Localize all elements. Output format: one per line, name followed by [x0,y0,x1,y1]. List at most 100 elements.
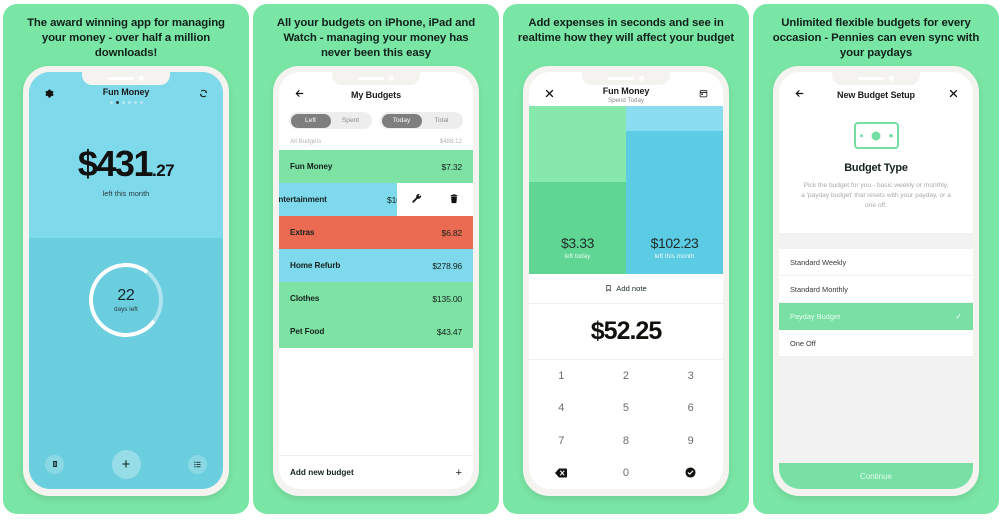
table-row-swiped[interactable]: Entertainment $16.55 [279,183,473,216]
add-note-label: Add note [616,284,647,293]
close-x-icon[interactable] [541,89,557,101]
budget-type-hero: Budget Type Pick the budget for you - ba… [779,106,973,233]
confirm-icon[interactable] [658,457,723,489]
key-1[interactable]: 1 [529,360,594,392]
plus-icon[interactable]: + [456,467,462,479]
continue-button[interactable]: Continue [779,463,973,489]
key-4[interactable]: 4 [529,392,594,424]
key-0[interactable]: 0 [594,457,659,489]
page-dot [121,100,125,104]
segment-option-left[interactable]: Left [290,113,331,128]
list-icon[interactable] [188,454,207,474]
banknote-icon [853,122,899,149]
phone-screen-4: New Budget Setup Budget Type Pick the bu… [779,72,973,489]
page-title: Fun Money [602,86,650,96]
calendar-icon[interactable] [695,89,711,101]
gauge-left-today: $3.33 left today [529,106,626,274]
check-icon: ✓ [955,311,962,321]
option-standard-monthly[interactable]: Standard Monthly [779,276,973,303]
phone-screen-3: Fun Money Spend Today $3.33 left today $… [529,72,723,489]
days-left-label: days left [114,306,138,313]
amount-entry-display: $52.25 [529,304,723,360]
table-row[interactable]: Extras $6.82 [279,216,473,249]
list-header: All Budgets $488.12 [279,136,473,150]
phone-frame-4: New Budget Setup Budget Type Pick the bu… [773,66,979,496]
add-icon[interactable]: + [111,449,141,479]
budget-amount: $7.32 [441,161,462,172]
key-6[interactable]: 6 [658,392,723,424]
segment-option-spent[interactable]: Spent [331,114,371,128]
budget-type-options: Standard Weekly Standard Monthly Payday … [779,249,973,357]
nav-title-wrap-2: My Budgets [307,90,445,100]
panel-2-caption: All your budgets on iPhone, iPad and Wat… [276,17,476,59]
balance-display: $431.27 left this month [29,106,223,238]
page-dot [109,100,113,104]
trash-icon[interactable] [449,193,459,207]
refresh-icon[interactable] [195,89,211,101]
option-one-off[interactable]: One Off [779,330,973,357]
table-row[interactable]: Clothes $135.00 [279,282,473,315]
phone-frame-2: My Budgets Left Spent Today Total All Bu… [273,66,479,496]
segment-option-today[interactable]: Today [381,113,422,128]
settings-gear-icon[interactable] [41,89,57,101]
key-7[interactable]: 7 [529,425,594,457]
front-camera [139,76,144,81]
banknote-center [871,131,881,140]
close-x-icon[interactable] [945,89,961,101]
days-left-value: 22 [117,287,135,304]
days-left-ring: 22 days left [84,258,168,342]
back-arrow-icon[interactable] [791,88,807,102]
add-note-button[interactable]: Add note [529,274,723,304]
budget-name: Entertainment [279,195,327,204]
banknote-dot-left [859,133,863,138]
gauge-label: left this month [654,253,695,260]
screenshot-gallery: The award winning app for managing your … [0,0,1000,520]
wrench-icon[interactable] [411,193,422,207]
add-new-budget-row[interactable]: Add new budget + [279,455,473,489]
page-dot [133,100,137,104]
gauge-value: $3.33 [560,235,595,251]
speaker-grille [858,77,884,80]
balance-whole: $431 [77,143,154,184]
budget-name: Clothes [290,294,320,303]
banknote-dot-right [889,133,893,138]
stats-icon[interactable] [45,454,64,474]
budget-amount: $6.82 [441,227,462,238]
key-8[interactable]: 8 [594,425,659,457]
backspace-icon[interactable] [529,457,594,489]
gauge-text: $102.23 left this month [626,235,723,274]
days-left-zone: 22 days left + [29,238,223,489]
key-5[interactable]: 5 [594,392,659,424]
key-3[interactable]: 3 [658,360,723,392]
segment-option-total[interactable]: Total [422,114,462,128]
option-label: Standard Weekly [790,257,847,267]
front-camera [889,76,894,81]
budget-name: Extras [290,228,315,237]
swipe-actions [397,183,473,216]
option-label: Payday Budget [790,311,841,321]
nav-title-wrap-1: Fun Money [57,87,195,104]
key-9[interactable]: 9 [658,425,723,457]
key-2[interactable]: 2 [594,360,659,392]
table-row[interactable]: Home Refurb $278.96 [279,249,473,282]
promo-panel-1: The award winning app for managing your … [3,4,249,514]
segment-today-total[interactable]: Today Total [380,112,463,129]
page-dot-active [115,100,119,104]
phone-frame-1: Fun Money $431.27 left this month 22 day… [23,66,229,496]
option-payday-budget[interactable]: Payday Budget ✓ [779,303,973,330]
back-arrow-icon[interactable] [291,88,307,102]
page-dot [139,100,143,104]
option-standard-weekly[interactable]: Standard Weekly [779,249,973,276]
table-row[interactable]: Pet Food $43.47 [279,315,473,348]
page-subtitle: Spend Today [607,97,644,104]
days-left-inner: 22 days left [114,287,138,313]
phone-frame-3: Fun Money Spend Today $3.33 left today $… [523,66,729,496]
segment-left-right-spent[interactable]: Left Spent [289,112,372,129]
option-label: Standard Monthly [790,284,848,294]
table-row[interactable]: Fun Money $7.32 [279,150,473,183]
page-dot [127,100,131,104]
page-title: My Budgets [350,90,401,100]
budget-list: Fun Money $7.32 Entertainment $16.55 [279,150,473,455]
budget-amount: $278.96 [432,260,462,271]
budget-amount: $135.00 [432,293,462,304]
